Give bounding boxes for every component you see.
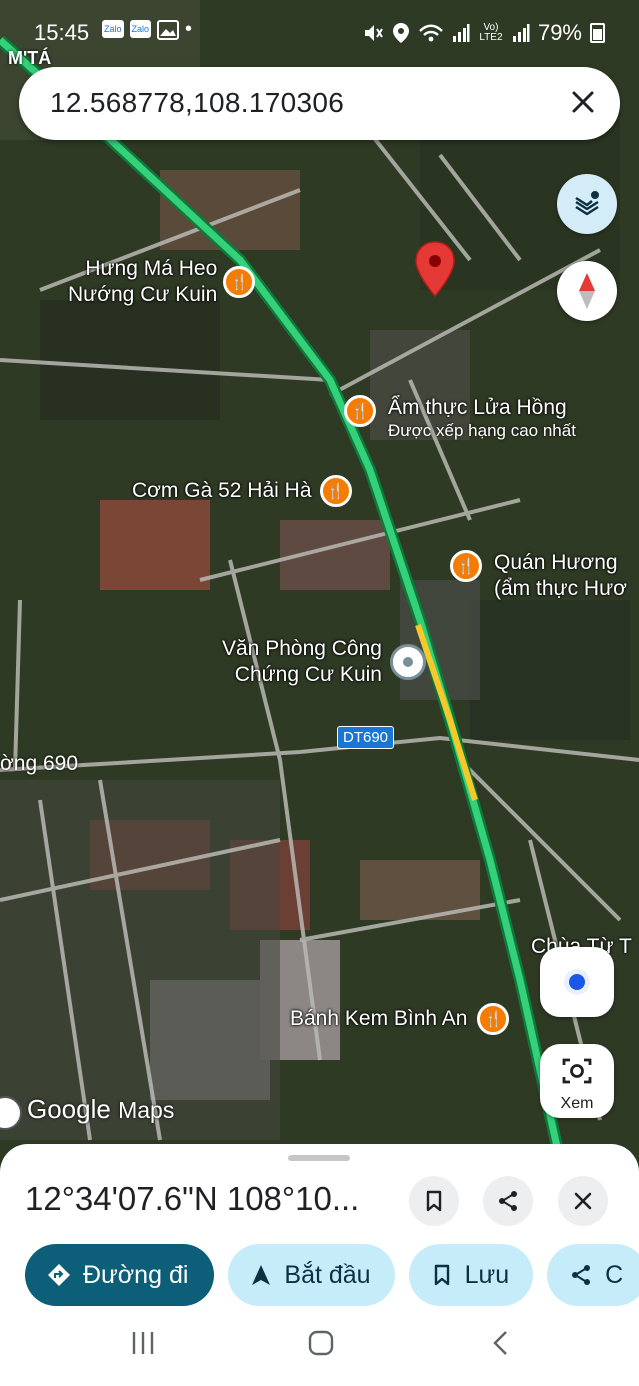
restaurant-icon: 🍴 — [450, 550, 482, 582]
my-location-icon — [564, 969, 590, 995]
status-bar: 15:45 Zalo Zalo • Vo) LTE2 79% — [0, 0, 639, 66]
lens-label: Xem — [560, 1095, 594, 1112]
system-nav-bar — [0, 1310, 639, 1386]
my-location-button[interactable] — [540, 947, 614, 1017]
image-icon — [157, 20, 180, 40]
camera-lens-icon — [562, 1058, 592, 1084]
directions-button[interactable]: Đường đi — [25, 1244, 215, 1306]
location-icon — [392, 23, 409, 43]
directions-icon — [48, 1264, 70, 1286]
logo-maps: Maps — [118, 1097, 175, 1123]
bookmark-icon — [434, 1264, 449, 1286]
poi-label: Cơm Gà 52 Hải Hà — [132, 479, 312, 502]
close-sheet-button[interactable] — [558, 1176, 608, 1226]
start-label: Bắt đầu — [284, 1260, 371, 1289]
poi-label: Chứng Cư Kuin — [234, 663, 382, 686]
share-icon — [572, 1265, 591, 1285]
poi-label: Ẩm thực Lửa Hồng — [388, 396, 567, 419]
share-icon-button[interactable] — [483, 1176, 533, 1226]
search-bar[interactable]: 12.568778,108.170306 — [19, 67, 620, 140]
notification-icons: Zalo Zalo • — [102, 18, 193, 40]
drag-handle[interactable] — [288, 1155, 350, 1161]
poi-van-phong-cong-chung[interactable]: Văn Phòng Công Chứng Cư Kuin — [222, 636, 426, 688]
lens-button[interactable]: Xem — [540, 1044, 614, 1118]
home-icon[interactable] — [308, 1330, 334, 1356]
restaurant-icon: 🍴 — [344, 395, 376, 427]
battery-percent: 79% — [537, 20, 582, 45]
coordinates-title: 12°34'07.6"N 108°10... — [25, 1180, 360, 1217]
battery-icon — [590, 23, 605, 43]
share-label: C — [605, 1260, 624, 1289]
office-icon — [389, 644, 426, 680]
recent-apps-icon[interactable] — [131, 1330, 155, 1356]
compass-button[interactable] — [557, 261, 617, 321]
poi-com-ga-52[interactable]: Cơm Gà 52 Hải Hà 🍴 — [132, 475, 352, 507]
zalo-icon: Zalo — [102, 20, 124, 38]
save-label: Lưu — [464, 1260, 510, 1289]
wifi-icon — [419, 24, 443, 42]
compass-icon — [579, 273, 595, 309]
signal-icon — [452, 24, 470, 42]
map-view[interactable]: M'TÁ Hưng Má Heo Nướng Cư Kuin 🍴 🍴 Ẩm th… — [0, 0, 639, 1160]
poi-banh-kem-binh-an[interactable]: Bánh Kem Bình An 🍴 — [290, 1003, 510, 1035]
save-button[interactable]: Lưu — [408, 1244, 534, 1306]
directions-label: Đường đi — [83, 1260, 189, 1289]
restaurant-icon: 🍴 — [477, 1003, 510, 1035]
poi-label: Quán Hương — [494, 551, 618, 574]
road-label: ờng 690 — [0, 752, 79, 775]
poi-label: Hưng Má Heo — [85, 257, 218, 280]
mute-icon — [364, 25, 383, 41]
share-button[interactable]: C — [547, 1244, 639, 1306]
start-button[interactable]: Bắt đầu — [228, 1244, 395, 1306]
poi-label: Nướng Cư Kuin — [68, 283, 218, 306]
route-badge: DT690 — [337, 726, 395, 749]
lte-label: Vo) LTE2 — [479, 22, 503, 43]
back-icon[interactable] — [491, 1330, 509, 1356]
close-icon — [574, 1192, 592, 1210]
poi-am-thuc-lua-hong[interactable]: 🍴 Ẩm thực Lửa Hồng Được xếp hạng cao nhấ… — [344, 395, 576, 441]
poi-hung-ma-heo[interactable]: Hưng Má Heo Nướng Cư Kuin 🍴 — [68, 256, 256, 308]
layers-button[interactable] — [557, 174, 617, 234]
poi-rating-note: Được xếp hạng cao nhất — [388, 421, 576, 440]
poi-label: Văn Phòng Công — [222, 637, 382, 660]
poi-quan-huong[interactable]: 🍴 Quán Hương (ẩm thực Hươ — [450, 550, 627, 602]
share-icon — [499, 1191, 517, 1211]
google-maps-logo: Google Maps — [27, 1094, 174, 1125]
save-icon-button[interactable] — [409, 1176, 459, 1226]
restaurant-icon: 🍴 — [223, 266, 256, 298]
place-bottom-sheet[interactable]: 12°34'07.6"N 108°10... Đường đi Bắt đầu … — [0, 1144, 639, 1386]
close-icon[interactable] — [568, 87, 598, 117]
status-right: Vo) LTE2 79% — [362, 20, 605, 46]
action-chips: Đường đi Bắt đầu Lưu C — [25, 1244, 639, 1306]
logo-google: Google — [27, 1094, 111, 1124]
poi-label: Bánh Kem Bình An — [290, 1007, 468, 1030]
poi-label: (ẩm thực Hươ — [494, 577, 627, 600]
layers-icon — [575, 191, 599, 216]
status-time: 15:45 — [34, 20, 90, 45]
navigation-icon — [252, 1265, 271, 1285]
dot-icon: • — [185, 18, 193, 40]
dropped-pin-icon[interactable] — [414, 240, 456, 298]
zalo-icon: Zalo — [129, 20, 152, 38]
signal-icon-2 — [512, 24, 530, 42]
restaurant-icon: 🍴 — [319, 475, 352, 507]
bookmark-icon — [426, 1190, 442, 1212]
search-query[interactable]: 12.568778,108.170306 — [50, 87, 344, 119]
